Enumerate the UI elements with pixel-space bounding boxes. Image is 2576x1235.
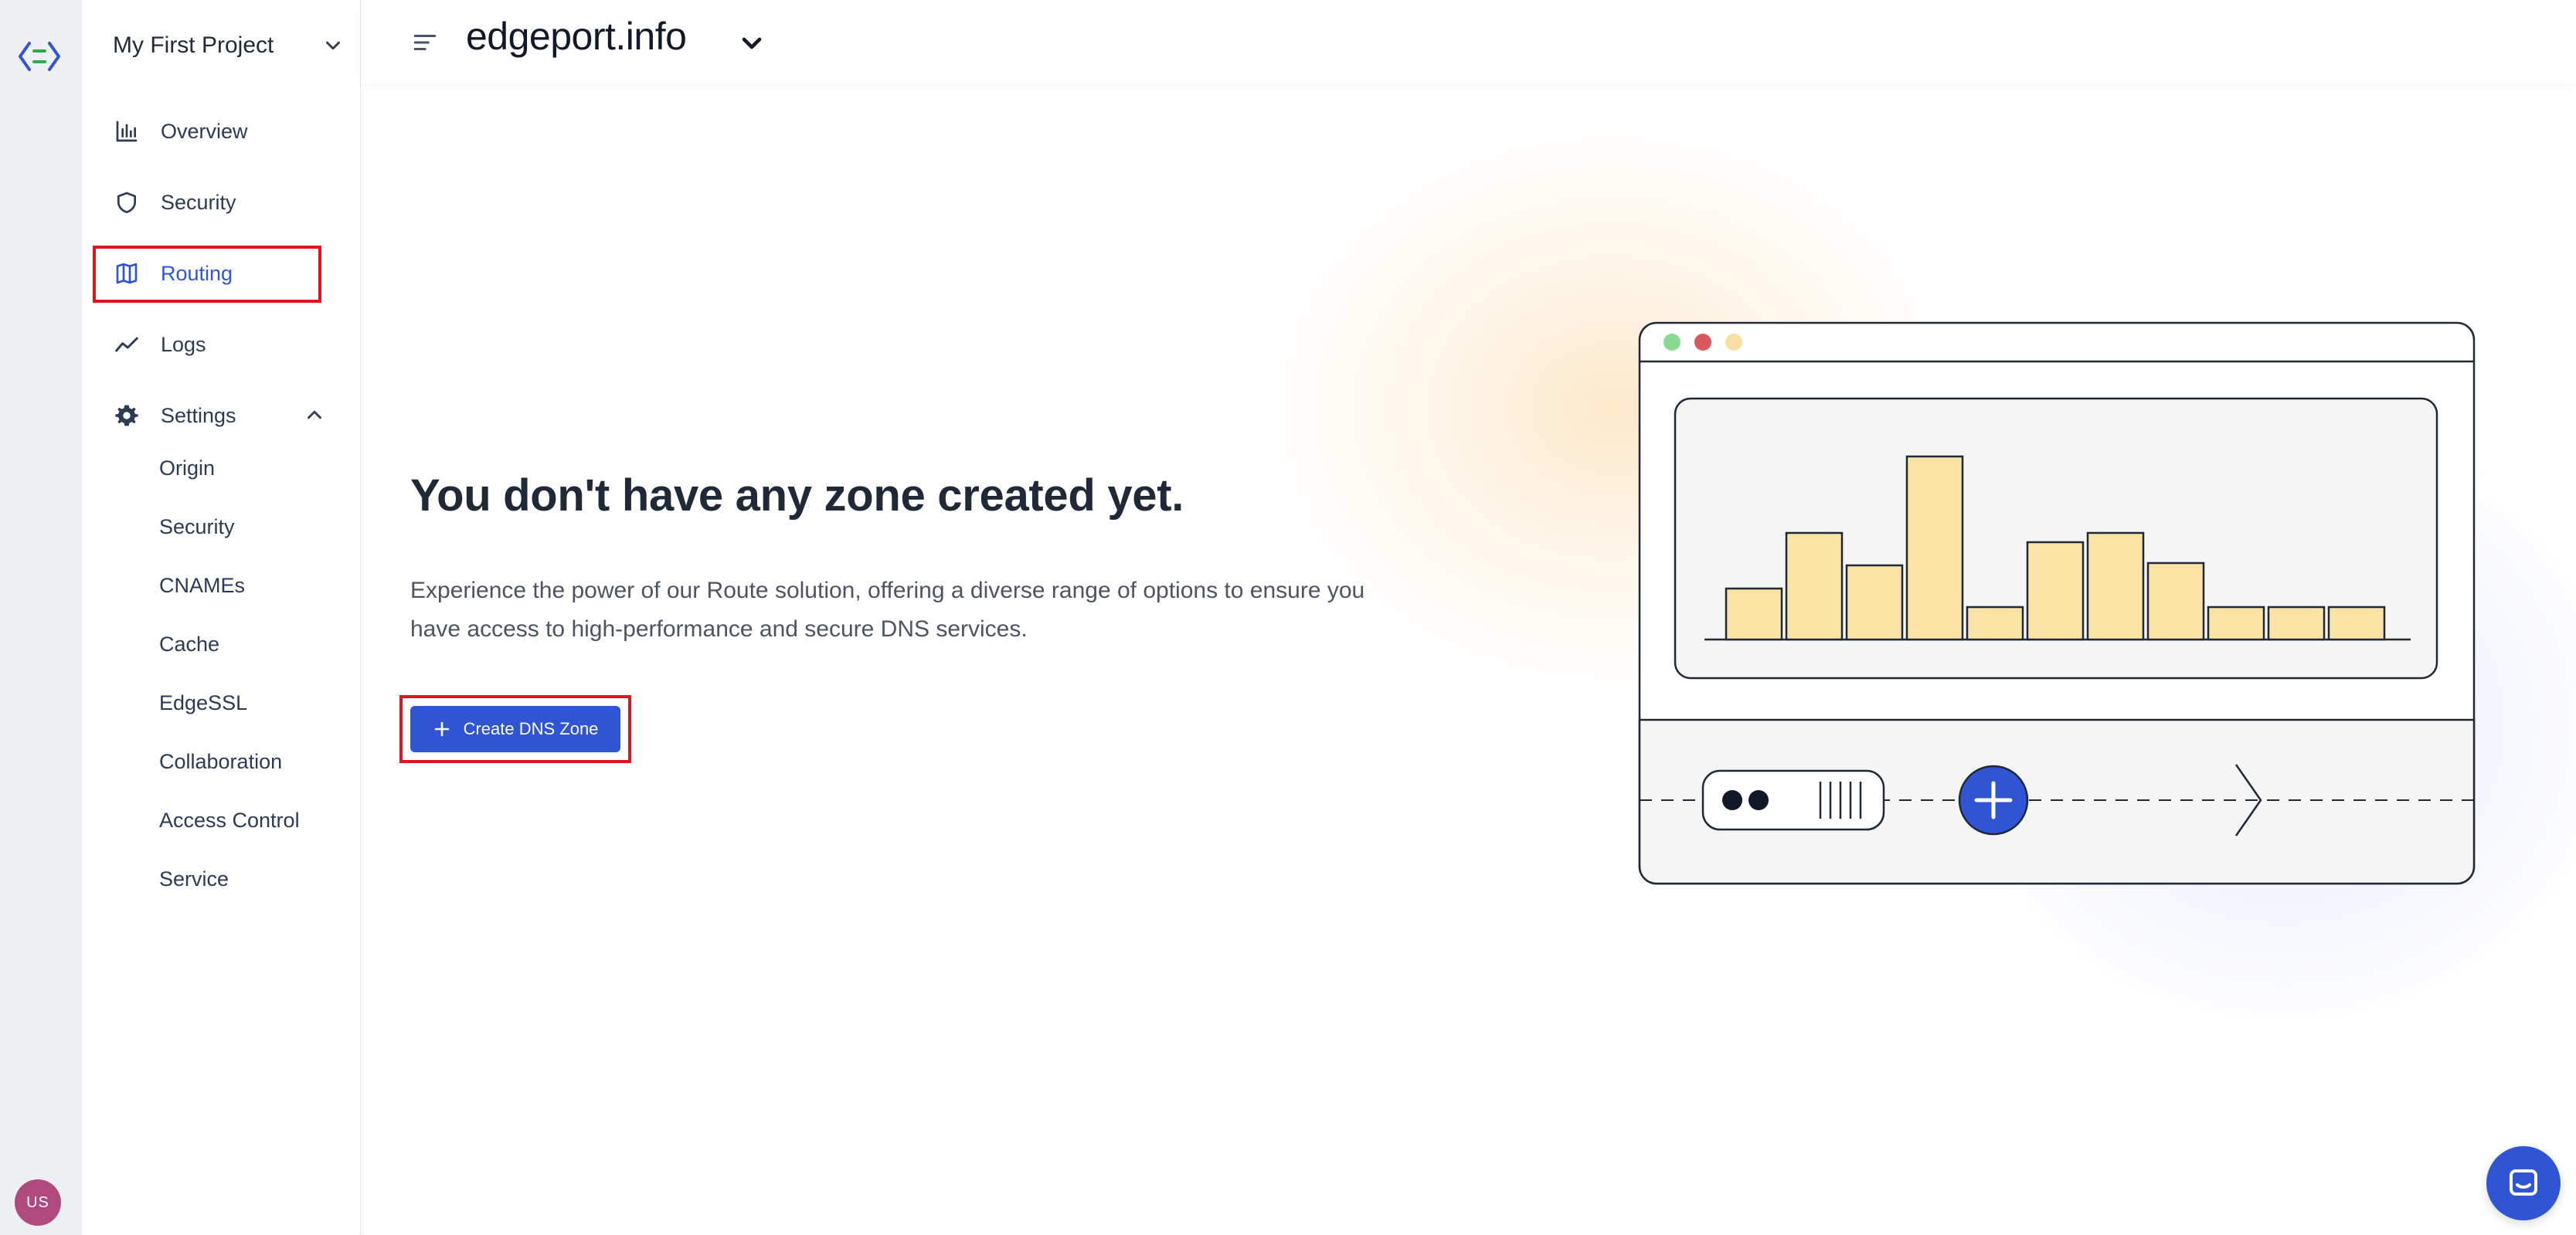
illustration-bar — [2086, 531, 2145, 641]
illustration-bar — [1845, 564, 1904, 641]
sidebar-item-settings[interactable]: Settings — [113, 394, 236, 437]
menu-icon[interactable] — [412, 29, 438, 56]
empty-state-illustration — [1638, 321, 2476, 885]
settings-item-security[interactable]: Security — [159, 511, 235, 542]
chevron-down-icon[interactable] — [736, 28, 767, 59]
sidebar-item-label: Routing — [161, 261, 233, 285]
illustration-bar — [2146, 562, 2205, 641]
map-icon — [113, 260, 141, 287]
settings-item-cache[interactable]: Cache — [159, 629, 219, 660]
left-rail: US — [0, 0, 83, 1235]
plus-icon — [434, 721, 449, 737]
settings-item-collaboration[interactable]: Collaboration — [159, 746, 282, 777]
sidebar-item-label: Overview — [161, 119, 248, 143]
bar-chart-icon — [113, 117, 141, 145]
sidebar-item-security[interactable]: Security — [113, 181, 236, 224]
sidebar-item-label: Settings — [161, 403, 236, 427]
app-root: US My First Project Overview Security Ro… — [0, 0, 2576, 1235]
illustration-bar — [1966, 606, 2024, 641]
empty-state-heading: You don't have any zone created yet. — [410, 470, 1184, 521]
trend-line-icon — [113, 331, 141, 358]
chat-launcher-button[interactable] — [2486, 1146, 2561, 1220]
main-content: You don't have any zone created yet. Exp… — [361, 83, 2576, 1235]
settings-item-cnames[interactable]: CNAMEs — [159, 570, 245, 601]
sidebar-item-overview[interactable]: Overview — [113, 110, 248, 153]
sidebar-item-label: Logs — [161, 332, 206, 356]
illustration-bar — [2267, 606, 2326, 641]
chevron-up-icon[interactable] — [303, 403, 326, 426]
project-name: My First Project — [113, 32, 274, 58]
chevron-down-icon — [326, 41, 340, 50]
shield-icon — [113, 188, 141, 216]
window-dot-green-icon — [1664, 334, 1681, 351]
illustration-bar — [2026, 541, 2085, 641]
project-selector[interactable]: My First Project — [113, 26, 345, 65]
sidebar: My First Project Overview Security Routi… — [82, 0, 361, 1235]
window-dot-red-icon — [1694, 334, 1711, 351]
sidebar-item-routing[interactable]: Routing — [113, 252, 233, 295]
user-avatar[interactable]: US — [15, 1179, 61, 1226]
create-dns-zone-label: Create DNS Zone — [463, 719, 599, 738]
top-header: edgeport.info — [361, 0, 2576, 83]
illustration-bar — [1905, 455, 1964, 641]
illustration-bar — [1785, 531, 1844, 641]
settings-item-service[interactable]: Service — [159, 863, 229, 894]
settings-item-origin[interactable]: Origin — [159, 453, 215, 483]
page-title: edgeport.info — [466, 15, 687, 58]
create-dns-zone-button[interactable]: Create DNS Zone — [410, 706, 620, 752]
app-logo-icon[interactable] — [15, 32, 63, 80]
gear-icon — [113, 402, 141, 429]
sidebar-item-label: Security — [161, 190, 236, 214]
illustration-bar — [2327, 606, 2386, 641]
empty-state-description: Experience the power of our Route soluti… — [410, 578, 1365, 642]
window-dot-yellow-icon — [1725, 334, 1742, 351]
illustration-bar — [1725, 587, 1783, 641]
settings-item-access-control[interactable]: Access Control — [159, 805, 300, 836]
settings-item-edgessl[interactable]: EdgeSSL — [159, 687, 247, 718]
illustration-bar — [2207, 606, 2265, 641]
sidebar-item-logs[interactable]: Logs — [113, 323, 206, 366]
chat-icon — [2510, 1169, 2537, 1196]
